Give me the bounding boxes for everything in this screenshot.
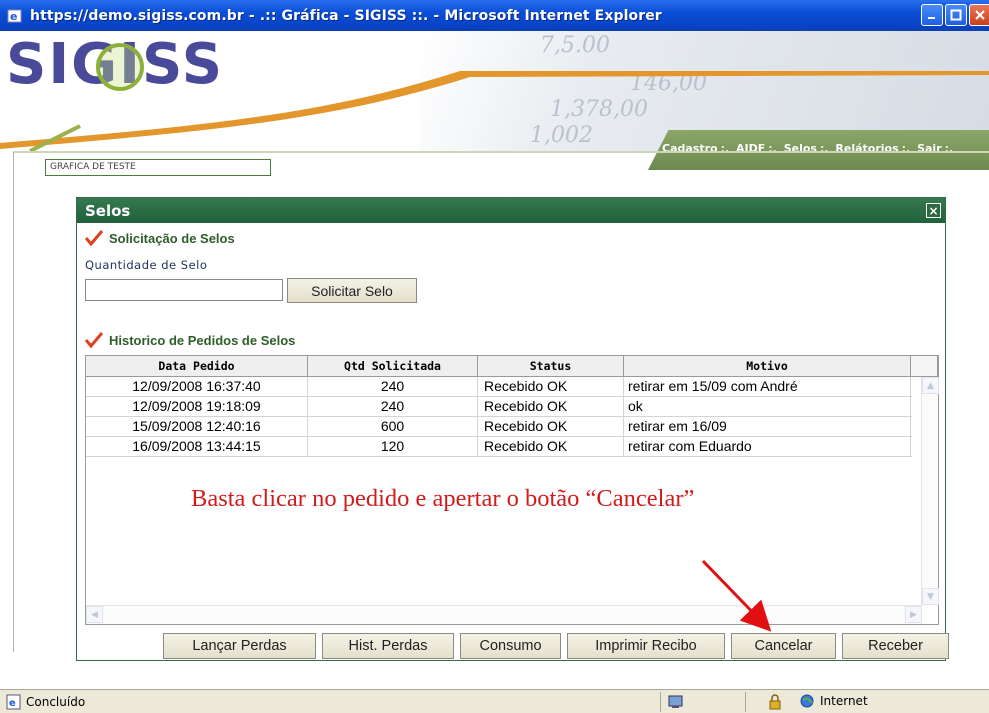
close-window-button[interactable] — [969, 4, 989, 26]
table-row[interactable]: 12/09/2008 19:18:09 240 Recebido OK ok — [86, 397, 912, 417]
nav-separator: :. — [768, 142, 777, 155]
dialog-header: Selos × — [77, 198, 945, 223]
page-done-icon: e — [6, 694, 21, 709]
imprimir-recibo-button[interactable]: Imprimir Recibo — [567, 633, 725, 659]
cell-date: 15/09/2008 12:40:16 — [86, 417, 308, 436]
nav-separator: :. — [901, 142, 911, 155]
status-panel-divider — [660, 692, 661, 712]
svg-text:e: e — [10, 10, 17, 23]
table-row[interactable]: 12/09/2008 16:37:40 240 Recebido OK reti… — [86, 377, 912, 397]
cell-date: 12/09/2008 16:37:40 — [86, 377, 308, 396]
horizontal-scrollbar[interactable]: ◀ ▶ — [86, 605, 922, 624]
cell-motivo: ok — [624, 397, 911, 416]
magnifier-icon — [96, 43, 144, 91]
cell-date: 16/09/2008 13:44:15 — [86, 437, 308, 456]
receber-button[interactable]: Receber — [842, 633, 949, 659]
window-controls — [921, 4, 989, 26]
cell-qty: 120 — [308, 437, 478, 456]
window-title: https://demo.sigiss.com.br - .:: Gráfica… — [30, 7, 662, 24]
cell-motivo: retirar em 16/09 — [624, 417, 911, 436]
scroll-left-icon[interactable]: ◀ — [86, 606, 103, 623]
nav-separator: :. — [944, 142, 954, 155]
svg-text:e: e — [9, 698, 16, 709]
table-row[interactable]: 16/09/2008 13:44:15 120 Recebido OK reti… — [86, 437, 912, 457]
column-header-motivo[interactable]: Motivo — [624, 356, 911, 376]
section-title-historico: Historico de Pedidos de Selos — [109, 332, 296, 348]
zone-indicator: Internet — [800, 694, 868, 708]
hist-perdas-button[interactable]: Hist. Perdas — [322, 633, 454, 659]
cell-motivo: retirar com Eduardo — [624, 437, 911, 456]
internet-explorer-icon: e — [6, 7, 24, 25]
table-row[interactable]: 15/09/2008 12:40:16 600 Recebido OK reti… — [86, 417, 912, 437]
nav-separator: :. — [819, 142, 829, 155]
section-title-solicitacao: Solicitação de Selos — [109, 230, 235, 246]
cell-qty: 240 — [308, 397, 478, 416]
cell-status: Recebido OK — [478, 377, 624, 396]
main-nav: Cadastro:. AIDF:. Selos:. Relátorios:. S… — [648, 130, 989, 170]
maximize-button[interactable] — [945, 4, 967, 26]
checkmark-icon — [85, 332, 103, 348]
selos-dialog: Selos × Solicitação de Selos Quantidade … — [76, 197, 949, 661]
header-scroll-spacer — [911, 356, 938, 376]
cell-qty: 600 — [308, 417, 478, 436]
cell-status: Recebido OK — [478, 437, 624, 456]
grid-header: Data Pedido Qtd Solicitada Status Motivo — [86, 356, 938, 377]
content-left-border — [13, 152, 14, 652]
section-historico: Historico de Pedidos de Selos — [85, 332, 295, 348]
quantity-label: Quantidade de Selo — [85, 258, 208, 272]
scroll-right-icon[interactable]: ▶ — [905, 606, 922, 623]
section-solicitacao: Solicitação de Selos — [85, 230, 235, 246]
dialog-title: Selos — [85, 201, 131, 220]
lancar-perdas-button[interactable]: Lançar Perdas — [163, 633, 316, 659]
minimize-button[interactable] — [921, 4, 943, 26]
scroll-up-icon[interactable]: ▲ — [922, 377, 939, 394]
nav-sair[interactable]: Sair — [917, 142, 942, 155]
column-header-qtd[interactable]: Qtd Solicitada — [308, 356, 478, 376]
nav-selos[interactable]: Selos — [784, 142, 817, 155]
browser-statusbar: e Concluído Internet — [0, 689, 989, 713]
solicitar-selo-button[interactable]: Solicitar Selo — [287, 278, 417, 303]
column-header-data[interactable]: Data Pedido — [86, 356, 308, 376]
cell-date: 12/09/2008 19:18:09 — [86, 397, 308, 416]
status-panel-divider — [745, 692, 746, 712]
zone-label: Internet — [820, 694, 868, 708]
cell-motivo: retirar em 15/09 com André — [624, 377, 911, 396]
nav-separator: :. — [720, 142, 730, 155]
scroll-down-icon[interactable]: ▼ — [922, 588, 939, 605]
quantity-input[interactable] — [85, 279, 283, 301]
instruction-annotation: Basta clicar no pedido e apertar o botão… — [191, 485, 695, 512]
grid-body: 12/09/2008 16:37:40 240 Recebido OK reti… — [86, 377, 912, 457]
checkmark-icon — [85, 230, 103, 246]
network-icon — [668, 695, 683, 708]
nav-aidf[interactable]: AIDF — [736, 142, 765, 155]
status-text: Concluído — [26, 694, 86, 709]
window-titlebar: e https://demo.sigiss.com.br - .:: Gráfi… — [0, 0, 989, 31]
cell-status: Recebido OK — [478, 417, 624, 436]
column-header-status[interactable]: Status — [478, 356, 624, 376]
action-button-bar: Lançar Perdas Hist. Perdas Consumo Impri… — [163, 633, 955, 659]
vertical-scrollbar[interactable]: ▲ ▼ — [921, 377, 939, 605]
dialog-close-button[interactable]: × — [926, 203, 941, 218]
globe-icon — [800, 694, 814, 708]
cell-status: Recebido OK — [478, 397, 624, 416]
cell-qty: 240 — [308, 377, 478, 396]
cancelar-button[interactable]: Cancelar — [731, 633, 836, 659]
content-divider — [13, 151, 989, 153]
consumo-button[interactable]: Consumo — [460, 633, 561, 659]
company-name-field: GRAFICA DE TESTE — [45, 159, 271, 176]
nav-relatorios[interactable]: Relátorios — [835, 142, 898, 155]
nav-cadastro[interactable]: Cadastro — [662, 142, 718, 155]
site-header: 7,5.00 146,00 1,378,00 1,002 SIGISS Cada… — [0, 31, 989, 186]
lock-icon — [769, 694, 781, 710]
